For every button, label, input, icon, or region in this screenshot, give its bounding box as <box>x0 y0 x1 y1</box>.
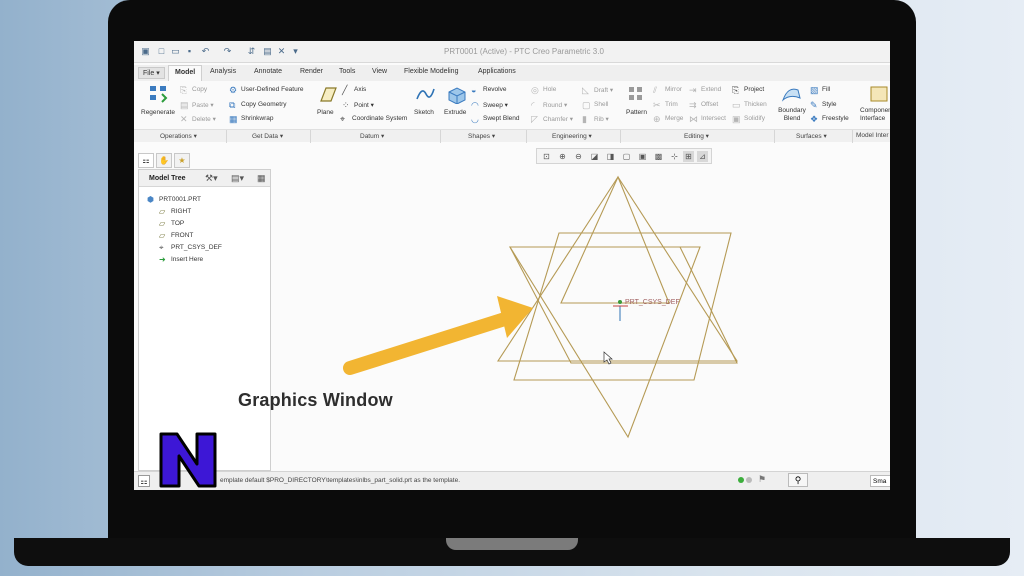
channel-logo-icon <box>159 432 217 488</box>
annotation-overlay <box>343 296 533 375</box>
graphics-window-callout: Graphics Window <box>238 390 393 410</box>
callout-arrow-head <box>497 296 533 338</box>
callout-arrow-shaft <box>343 311 515 375</box>
